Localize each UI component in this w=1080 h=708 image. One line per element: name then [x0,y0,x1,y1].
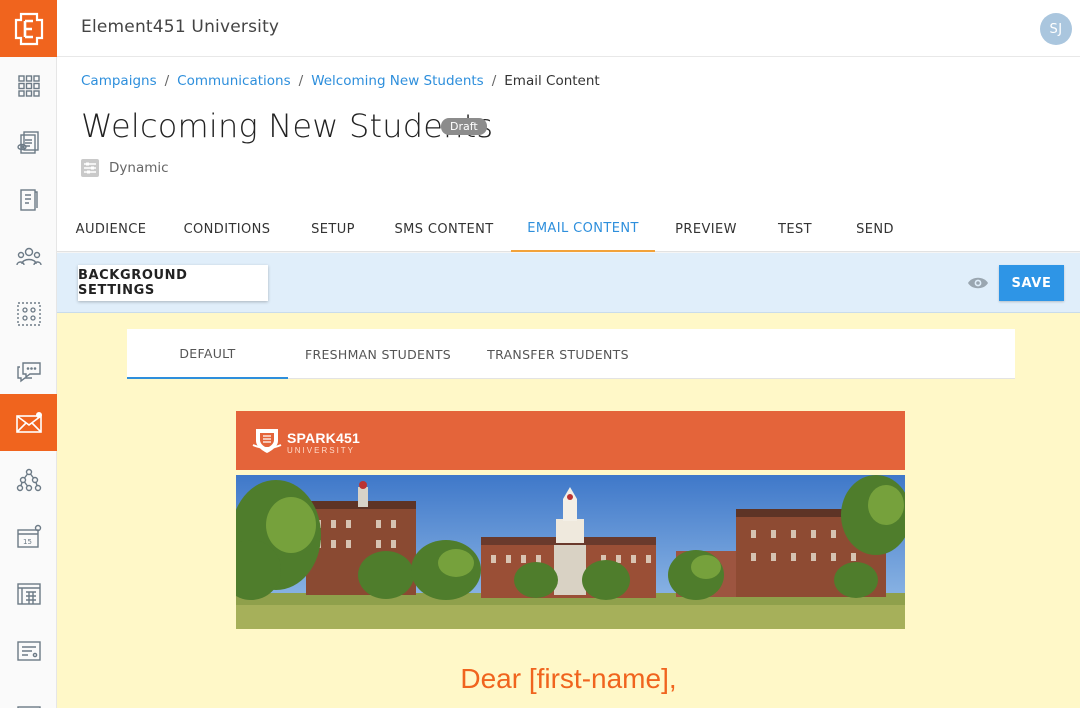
view-list-icon [16,130,39,154]
page-header: Campaigns / Communications / Welcoming N… [57,57,1080,252]
breadcrumb-separator: / [298,73,304,89]
tab-setup[interactable]: SETUP [303,207,363,252]
breadcrumb-separator: / [491,73,497,89]
tab-send[interactable]: SEND [847,207,903,252]
svg-text:15: 15 [23,538,32,546]
app-title: Element451 University [81,17,280,37]
tab-email-content[interactable]: EMAIL CONTENT [511,207,655,252]
sidebar-item-more[interactable] [0,679,57,708]
sidebar-item-events[interactable]: 15 [0,508,57,565]
sidebar-item-workflows[interactable] [0,451,57,508]
campus-photo[interactable] [221,475,911,629]
breadcrumb-separator: / [164,73,170,89]
tab-test[interactable]: TEST [769,207,821,252]
university-subtitle: UNIVERSITY [287,446,356,455]
campaign-tabs: AUDIENCE CONDITIONS SETUP SMS CONTENT EM… [57,207,1080,252]
university-seal-icon [252,429,282,453]
sidebar-item-forms[interactable] [0,171,57,228]
dynamic-type-icon [81,159,99,177]
breadcrumb-welcoming-new-students[interactable]: Welcoming New Students [311,73,484,89]
grid-icon [17,74,40,97]
segment-tab-freshman-students[interactable]: FRESHMAN STUDENTS [298,329,458,379]
sidebar-item-applications[interactable] [0,622,57,679]
tab-conditions[interactable]: CONDITIONS [177,207,277,252]
background-settings-button[interactable]: BACKGROUND SETTINGS [78,265,268,301]
campaign-type-label: Dynamic [109,160,169,176]
email-canvas: DEFAULT FRESHMAN STUDENTS TRANSFER STUDE… [57,313,1080,708]
sidebar: 15 [0,0,57,708]
breadcrumb-campaigns[interactable]: Campaigns [81,73,157,89]
email-greeting[interactable]: Dear [first-name], [57,663,1080,695]
sidebar-item-segments[interactable] [0,285,57,342]
grid-layout-icon [16,582,41,605]
people-icon [15,247,42,265]
sidebar-item-microsites[interactable] [0,565,57,622]
sidebar-item-records[interactable] [0,114,57,171]
tab-sms-content[interactable]: SMS CONTENT [387,207,501,252]
email-preview: SPARK451 UNIVERSITY [221,411,911,633]
segment-tab-default[interactable]: DEFAULT [127,329,288,379]
status-badge: Draft [441,118,487,135]
breadcrumb-current: Email Content [504,73,600,89]
avatar[interactable]: SJ [1040,13,1072,45]
hierarchy-icon [16,468,41,491]
editor-toolbar: BACKGROUND SETTINGS SAVE [57,253,1080,313]
tab-audience[interactable]: AUDIENCE [71,207,151,252]
segment-tab-transfer-students[interactable]: TRANSFER STUDENTS [478,329,638,379]
eye-icon[interactable] [967,275,989,291]
sidebar-item-dashboard[interactable] [0,57,57,114]
top-bar: Element451 University SJ [57,0,1080,57]
page-title: Welcoming New Students [81,107,494,145]
chat-icon [16,361,41,382]
tab-preview[interactable]: PREVIEW [669,207,743,252]
form-fields-icon [16,640,41,661]
app-logo[interactable] [0,0,57,57]
sidebar-item-campaigns[interactable] [0,394,57,451]
sidebar-item-conversations[interactable] [0,342,57,399]
email-header-banner[interactable]: SPARK451 UNIVERSITY [236,411,905,470]
save-button[interactable]: SAVE [999,265,1064,301]
calendar-icon: 15 [16,524,41,548]
university-name: SPARK451 [287,430,360,446]
element451-logo-icon [14,12,43,45]
misc-icon [16,705,41,708]
sidebar-item-people[interactable] [0,228,57,285]
segment-tabs: DEFAULT FRESHMAN STUDENTS TRANSFER STUDE… [127,329,1015,379]
mail-icon [15,411,42,433]
form-icon [19,188,38,211]
segments-icon [16,301,41,326]
breadcrumb-communications[interactable]: Communications [177,73,290,89]
breadcrumb: Campaigns / Communications / Welcoming N… [81,73,600,89]
